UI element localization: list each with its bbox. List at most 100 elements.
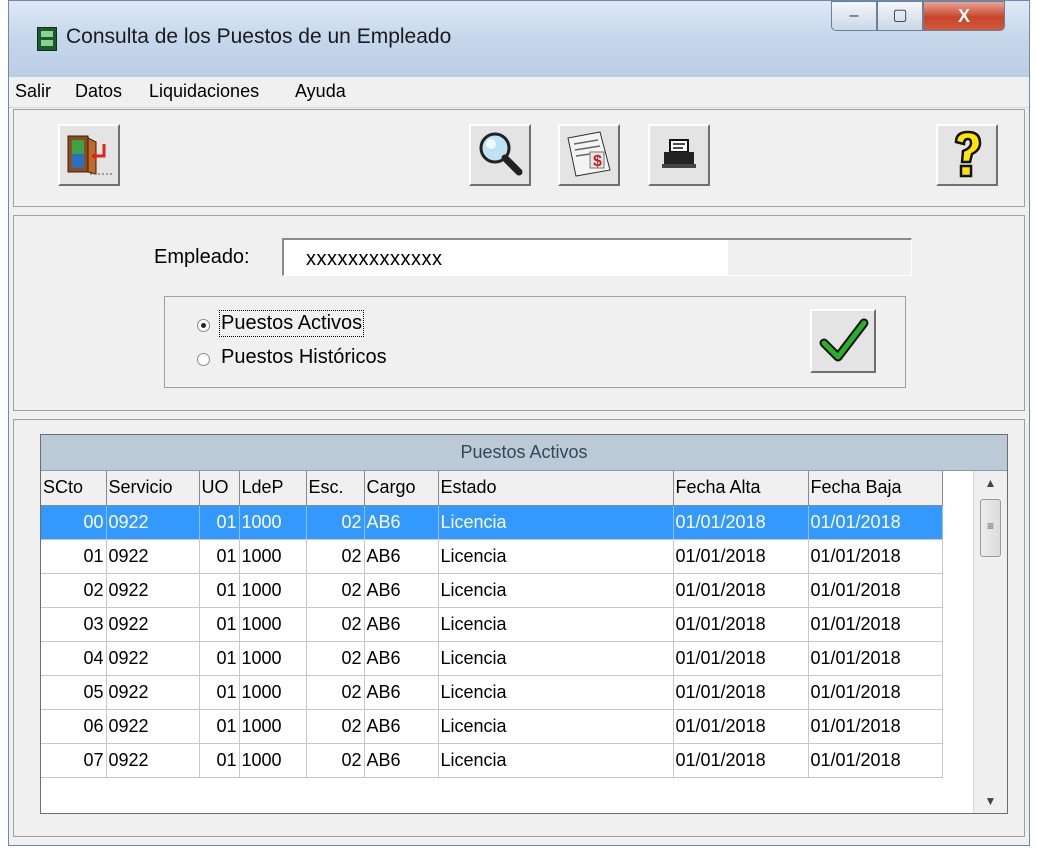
confirm-button[interactable]: [810, 309, 876, 373]
cell-servicio: 0922: [106, 573, 200, 608]
cell-esc: 02: [306, 539, 365, 574]
window-title: Consulta de los Puestos de un Empleado: [66, 25, 452, 48]
column-header-cargo[interactable]: Cargo: [364, 471, 439, 506]
cell-esc: 02: [306, 675, 365, 710]
cell-cargo: AB6: [364, 641, 439, 676]
cell-uo: 01: [199, 641, 240, 676]
menu-ayuda[interactable]: Ayuda: [295, 81, 346, 102]
cell-cargo: AB6: [364, 709, 439, 744]
cell-scto: 07: [41, 743, 107, 778]
cell-fecha-alta: 01/01/2018: [673, 505, 809, 540]
cell-servicio: 0922: [106, 505, 200, 540]
search-button[interactable]: [469, 124, 531, 186]
printer-icon: [662, 139, 696, 168]
minimize-button[interactable]: –: [831, 1, 877, 31]
cell-fecha-alta: 01/01/2018: [673, 641, 809, 676]
close-button[interactable]: X: [923, 1, 1005, 31]
column-header-estado[interactable]: Estado: [438, 471, 674, 506]
cell-servicio: 0922: [106, 709, 200, 744]
employee-field[interactable]: xxxxxxxxxxxxx: [282, 238, 912, 276]
cell-scto: 02: [41, 573, 107, 608]
cell-uo: 01: [199, 573, 240, 608]
table-row[interactable]: 06 0922 01 1000 02 AB6 Licencia 01/01/2018 01/01…: [41, 709, 943, 744]
table-row[interactable]: 00 0922 01 1000 02 AB6 Licencia 01/01/2018 01/01…: [41, 505, 943, 540]
magnifier-icon: [479, 132, 523, 176]
column-header-esc[interactable]: Esc.: [306, 471, 365, 506]
cell-esc: 02: [306, 709, 365, 744]
positions-grid[interactable]: Puestos Activos SCto Servicio UO LdeP Esc. Ca…: [40, 434, 1008, 814]
cell-cargo: AB6: [364, 539, 439, 574]
radio-selected-icon: [197, 319, 210, 332]
cell-esc: 02: [306, 641, 365, 676]
scroll-down-icon[interactable]: ▼: [974, 789, 1007, 813]
table-row[interactable]: 02 0922 01 1000 02 AB6 Licencia 01/01/2018 01/01…: [41, 573, 943, 608]
cell-scto: 06: [41, 709, 107, 744]
print-button[interactable]: [648, 124, 710, 186]
app-icon: [37, 27, 57, 51]
scroll-up-icon[interactable]: ▲: [974, 471, 1007, 495]
menu-salir[interactable]: Salir: [15, 81, 51, 102]
cell-ldep: 1000: [239, 709, 307, 744]
employee-label: Empleado:: [154, 246, 250, 268]
cell-fecha-baja: 01/01/2018: [808, 743, 943, 778]
toolbar: $: [13, 109, 1025, 207]
cell-fecha-baja: 01/01/2018: [808, 505, 943, 540]
cell-uo: 01: [199, 675, 240, 710]
column-header-uo[interactable]: UO: [199, 471, 240, 506]
cell-uo: 01: [199, 743, 240, 778]
maximize-button[interactable]: ▢: [877, 1, 923, 31]
grid-caption: Puestos Activos: [41, 435, 1007, 471]
help-button[interactable]: [936, 124, 998, 186]
table-row[interactable]: 05 0922 01 1000 02 AB6 Licencia 01/01/2018 01/01…: [41, 675, 943, 710]
cell-ldep: 1000: [239, 607, 307, 642]
column-header-fecha-baja[interactable]: Fecha Baja: [808, 471, 943, 506]
menu-liquidaciones[interactable]: Liquidaciones: [149, 81, 259, 102]
cell-scto: 05: [41, 675, 107, 710]
cell-fecha-baja: 01/01/2018: [808, 539, 943, 574]
payroll-document-icon: $: [567, 131, 611, 177]
cell-estado: Licencia: [438, 539, 674, 574]
checkmark-icon: [819, 318, 869, 362]
column-header-servicio[interactable]: Servicio: [106, 471, 200, 506]
cell-cargo: AB6: [364, 505, 439, 540]
help-question-icon: [954, 130, 982, 178]
cell-fecha-baja: 01/01/2018: [808, 675, 943, 710]
cell-estado: Licencia: [438, 573, 674, 608]
column-header-scto[interactable]: SCto: [41, 471, 107, 506]
cell-scto: 00: [41, 505, 107, 540]
title-bar[interactable]: Consulta de los Puestos de un Empleado –…: [9, 1, 1029, 77]
column-header-ldep[interactable]: LdeP: [239, 471, 307, 506]
exit-door-icon: [67, 135, 112, 175]
cell-estado: Licencia: [438, 743, 674, 778]
table-row[interactable]: 03 0922 01 1000 02 AB6 Licencia 01/01/2018 01/01…: [41, 607, 943, 642]
cell-esc: 02: [306, 573, 365, 608]
payroll-button[interactable]: $: [558, 124, 620, 186]
cell-esc: 02: [306, 505, 365, 540]
table-row[interactable]: 04 0922 01 1000 02 AB6 Licencia 01/01/2018 01/01…: [41, 641, 943, 676]
employee-panel: Empleado: xxxxxxxxxxxxx Puestos Activos …: [13, 215, 1025, 411]
cell-fecha-alta: 01/01/2018: [673, 743, 809, 778]
column-header-fecha-alta[interactable]: Fecha Alta: [673, 471, 809, 506]
cell-servicio: 0922: [106, 539, 200, 574]
cell-fecha-alta: 01/01/2018: [673, 607, 809, 642]
cell-estado: Licencia: [438, 641, 674, 676]
cell-scto: 03: [41, 607, 107, 642]
main-window: Consulta de los Puestos de un Empleado –…: [8, 0, 1030, 846]
cell-fecha-baja: 01/01/2018: [808, 607, 943, 642]
cell-cargo: AB6: [364, 607, 439, 642]
cell-uo: 01: [199, 539, 240, 574]
cell-estado: Licencia: [438, 675, 674, 710]
table-row[interactable]: 01 0922 01 1000 02 AB6 Licencia 01/01/2018 01/01…: [41, 539, 943, 574]
employee-input[interactable]: xxxxxxxxxxxxx: [284, 240, 728, 275]
cell-esc: 02: [306, 607, 365, 642]
cell-scto: 01: [41, 539, 107, 574]
scroll-thumb[interactable]: ≡: [980, 499, 1001, 557]
menu-datos[interactable]: Datos: [75, 81, 122, 102]
cell-cargo: AB6: [364, 675, 439, 710]
radio-unselected-icon: [197, 353, 210, 366]
cell-fecha-baja: 01/01/2018: [808, 641, 943, 676]
exit-button[interactable]: [58, 124, 120, 186]
vertical-scrollbar[interactable]: ▲ ≡ ▼: [973, 471, 1007, 813]
table-row[interactable]: 07 0922 01 1000 02 AB6 Licencia 01/01/2018 01/01…: [41, 743, 943, 778]
filter-group: Puestos Activos Puestos Históricos: [164, 296, 906, 388]
